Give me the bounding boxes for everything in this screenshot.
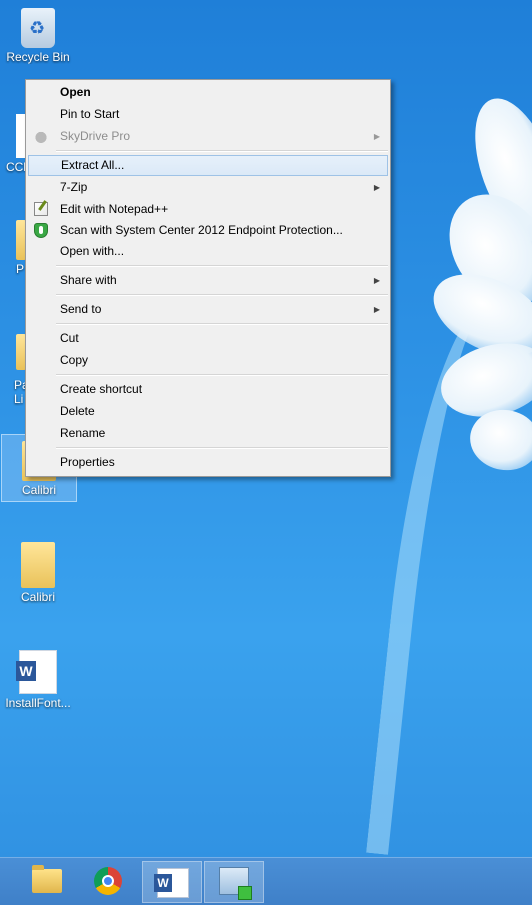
menu-item-label: Edit with Notepad++ (60, 202, 169, 216)
menu-item-pin-to-start[interactable]: Pin to Start (28, 104, 388, 125)
desktop-icon-label: CCl (6, 160, 26, 174)
menu-item-label: Create shortcut (60, 382, 143, 396)
submenu-arrow-icon: ▶ (373, 132, 380, 141)
notepad-plus-plus-icon (34, 202, 48, 216)
submenu-arrow-icon: ▶ (373, 183, 380, 192)
folder-icon (21, 542, 55, 588)
menu-item-label: Pin to Start (60, 107, 120, 121)
taskbar-button-chrome[interactable] (80, 861, 138, 901)
menu-item-extract-all[interactable]: Extract All... (28, 155, 388, 176)
menu-item-label: Rename (60, 426, 106, 440)
desktop-icon-label: Li (14, 392, 24, 406)
menu-item-open[interactable]: Open (28, 82, 388, 103)
chrome-icon (94, 867, 122, 895)
desktop-icon-label: Calibri (21, 483, 56, 497)
menu-separator (56, 447, 388, 449)
menu-separator (56, 150, 388, 152)
submenu-arrow-icon: ▶ (373, 276, 380, 285)
taskbar-button-file-explorer[interactable] (18, 861, 76, 901)
context-menu: Open Pin to Start SkyDrive Pro ▶ Extract… (25, 79, 391, 477)
desktop-icon-partial[interactable]: CCl (0, 114, 26, 174)
menu-item-label: 7-Zip (60, 180, 88, 194)
desktop-icon-label: InstallFont... (5, 696, 71, 710)
menu-item-label: Scan with System Center 2012 Endpoint Pr… (60, 223, 343, 237)
menu-item-label: Send to (60, 302, 102, 316)
menu-item-share-with[interactable]: Share with ▶ (28, 270, 388, 291)
menu-item-label: SkyDrive Pro (60, 129, 131, 143)
menu-separator (56, 265, 388, 267)
menu-item-label: Open with... (60, 244, 125, 258)
menu-item-cut[interactable]: Cut (28, 328, 388, 349)
desktop-icon-label: P (16, 262, 25, 276)
menu-item-scan-endpoint-protection[interactable]: Scan with System Center 2012 Endpoint Pr… (28, 220, 388, 241)
word-document-icon: W (16, 650, 57, 694)
desktop-icon-partial[interactable]: P (0, 220, 26, 276)
desktop-icon-calibri-folder[interactable]: Calibri (1, 542, 75, 604)
menu-item-properties[interactable]: Properties (28, 452, 388, 473)
menu-item-edit-with-notepad[interactable]: Edit with Notepad++ (28, 199, 388, 220)
menu-item-label: Delete (60, 404, 95, 418)
remote-desktop-icon (219, 867, 252, 900)
submenu-arrow-icon: ▶ (373, 305, 380, 314)
menu-separator (56, 323, 388, 325)
menu-item-delete[interactable]: Delete (28, 401, 388, 422)
recycle-bin-icon (21, 8, 55, 48)
menu-item-label: Extract All... (61, 158, 125, 172)
shield-icon (34, 223, 48, 238)
desktop-icon-partial[interactable]: Pa Li (0, 334, 26, 406)
menu-item-label: Copy (60, 353, 89, 367)
menu-separator (56, 294, 388, 296)
taskbar: W (0, 857, 532, 905)
menu-item-create-shortcut[interactable]: Create shortcut (28, 379, 388, 400)
menu-item-send-to[interactable]: Send to ▶ (28, 299, 388, 320)
file-explorer-icon (32, 865, 62, 893)
menu-item-label: Open (60, 85, 91, 99)
cloud-icon (34, 129, 48, 143)
taskbar-button-remote-desktop[interactable] (204, 861, 264, 903)
menu-item-copy[interactable]: Copy (28, 350, 388, 371)
desktop-icon-label: Recycle Bin (6, 50, 70, 64)
menu-separator (56, 374, 388, 376)
menu-item-label: Properties (60, 455, 115, 469)
desktop-icon-label: Pa (14, 378, 26, 392)
menu-item-rename[interactable]: Rename (28, 423, 388, 444)
desktop-icon-installfont[interactable]: W InstallFont... (1, 650, 75, 710)
menu-item-skydrive-pro[interactable]: SkyDrive Pro ▶ (28, 126, 388, 147)
desktop-icon-label: Calibri (20, 590, 55, 604)
menu-item-7-zip[interactable]: 7-Zip ▶ (28, 177, 388, 198)
taskbar-button-word[interactable]: W (142, 861, 202, 903)
menu-item-label: Cut (60, 331, 79, 345)
menu-item-label: Share with (60, 273, 117, 287)
menu-item-open-with[interactable]: Open with... (28, 241, 388, 262)
word-icon: W (154, 868, 189, 898)
desktop-icon-recycle-bin[interactable]: Recycle Bin (1, 8, 75, 64)
